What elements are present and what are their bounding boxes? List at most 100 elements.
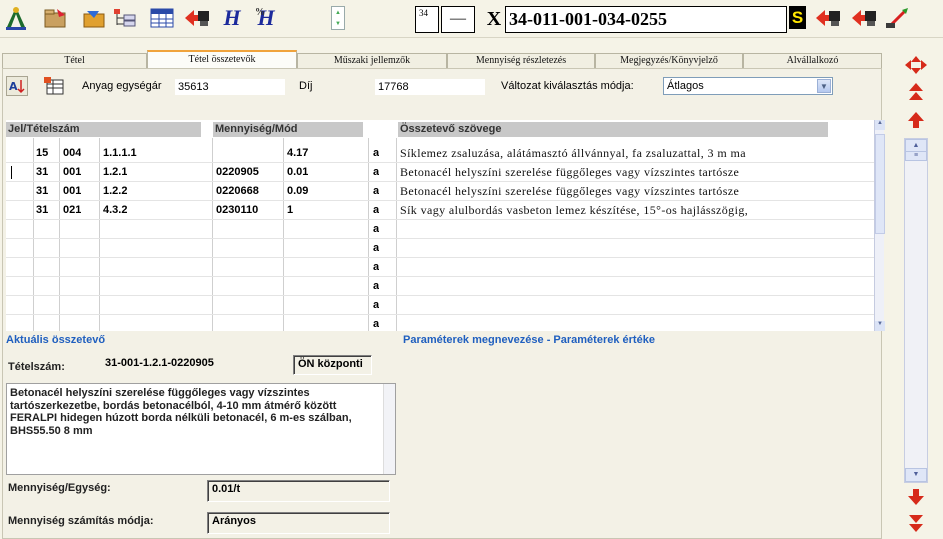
- col-header-code[interactable]: Jel/Tételszám: [6, 122, 201, 137]
- cell-c4: 0220668: [216, 185, 259, 197]
- cell-c5: 0.09: [287, 185, 309, 197]
- row-cursor: [11, 166, 12, 179]
- stepper-icon[interactable]: ▲ ▼: [331, 6, 345, 30]
- cell-c5: 4.17: [287, 147, 309, 159]
- table-edit-icon[interactable]: [43, 76, 65, 96]
- table-row[interactable]: 31 001 1.2.2 0220668 0.09 a Betonacél he…: [6, 182, 874, 201]
- cell-c6: a: [373, 299, 380, 311]
- down-icon[interactable]: [902, 486, 930, 508]
- table-row[interactable]: a: [6, 220, 874, 239]
- cell-c6: a: [373, 166, 380, 178]
- cell-c2: 001: [63, 185, 82, 197]
- cell-c5: 0.01: [287, 166, 309, 178]
- cell-c2: 004: [63, 147, 82, 159]
- back-arrow-icon[interactable]: [183, 5, 211, 31]
- col-header-quantity[interactable]: Mennyiség/Mód: [213, 122, 363, 137]
- cell-c6: a: [373, 242, 380, 254]
- current-component-title: Aktuális összetevő: [6, 334, 106, 346]
- scroll-down-icon[interactable]: ▼: [905, 468, 927, 482]
- print-icon[interactable]: [814, 5, 842, 31]
- description-scrollbar[interactable]: [383, 384, 395, 474]
- tab-tetel[interactable]: Tétel: [2, 53, 147, 68]
- sort-icon[interactable]: A: [6, 76, 28, 96]
- cell-text: Sík vagy alulbordás vasbeton lemez készí…: [400, 203, 749, 217]
- component-description[interactable]: Betonacél helyszíni szerelése függőleges…: [6, 383, 396, 475]
- h-percent-icon[interactable]: % H: [252, 5, 280, 31]
- fee-label: Díj: [299, 80, 313, 92]
- tab-strip: Tétel Tétel összetevők Műszaki jellemzők…: [2, 50, 882, 68]
- table-row[interactable]: a: [6, 315, 874, 331]
- source-value: ÖN központi: [293, 355, 372, 375]
- up-icon[interactable]: [902, 109, 930, 131]
- double-down-icon[interactable]: [902, 513, 930, 535]
- unit-price-field[interactable]: 35613: [175, 79, 285, 95]
- description-text: Betonacél helyszíni szerelése függőleges…: [10, 387, 352, 437]
- cell-c3: 4.3.2: [103, 204, 128, 216]
- table-row[interactable]: 31 001 1.2.1 0220905 0.01 a Betonacél he…: [6, 163, 874, 182]
- scroll-down-icon[interactable]: ▼: [875, 321, 885, 331]
- chevron-down-icon[interactable]: ▼: [817, 79, 831, 93]
- cell-c1: 31: [36, 185, 49, 197]
- small-value-box[interactable]: 34: [415, 6, 439, 33]
- item-no-value: 31-001-1.2.1-0220905: [105, 357, 214, 369]
- cell-c6: a: [373, 147, 380, 159]
- wand-icon[interactable]: [884, 5, 912, 31]
- fee-field[interactable]: 17768: [375, 79, 485, 95]
- scroll-up-icon[interactable]: ▲: [875, 120, 885, 130]
- record-scrollbar[interactable]: ▲ ≡ ▼: [904, 138, 928, 483]
- scroll-thumb[interactable]: ≡: [905, 151, 927, 161]
- app-logo-icon[interactable]: [2, 5, 30, 31]
- open-folder-icon[interactable]: [42, 5, 70, 31]
- unit-price-label: Anyag egységár: [82, 80, 162, 92]
- qty-unit-label: Mennyiség/Egység:: [8, 482, 111, 494]
- cell-c6: a: [373, 261, 380, 273]
- cell-text: Betonacél helyszíni szerelése függőleges…: [400, 165, 740, 179]
- expand-icon[interactable]: [902, 54, 930, 76]
- cell-c4: 0230110: [216, 204, 259, 216]
- cell-c1: 15: [36, 147, 49, 159]
- table-row[interactable]: a: [6, 258, 874, 277]
- cell-text: Betonacél helyszíni szerelése függőleges…: [400, 184, 740, 198]
- calc-mode-value: Arányos: [207, 512, 390, 534]
- cell-c6: a: [373, 185, 380, 197]
- s-badge[interactable]: S: [789, 6, 806, 29]
- tab-alvallalkozo[interactable]: Alvállalkozó: [743, 53, 882, 68]
- mode-select[interactable]: Átlagos ▼: [663, 77, 833, 95]
- cell-c4: 0220905: [216, 166, 259, 178]
- item-code-field[interactable]: 34-011-001-034-0255: [505, 6, 787, 33]
- cell-c3: 1.2.1: [103, 166, 128, 178]
- parameters-title: Paraméterek megnevezése - Paraméterek ér…: [403, 334, 655, 346]
- col-header-text[interactable]: Összetevő szövege: [398, 122, 828, 137]
- table-row[interactable]: a: [6, 296, 874, 315]
- toolbar: H % H ▲ ▼ 34 — X 34-011-001-034-0255 S: [0, 0, 943, 38]
- mode-select-value: Átlagos: [667, 80, 704, 92]
- cell-c3: 1.1.1.1: [103, 147, 137, 159]
- import-icon[interactable]: [80, 5, 108, 31]
- grid-icon[interactable]: [148, 5, 176, 31]
- table-row[interactable]: 15 004 1.1.1.1 4.17 a Síklemez zsaluzása…: [6, 144, 874, 163]
- tab-megjegyzes-konyvjelzo[interactable]: Megjegyzés/Könyvjelző: [595, 53, 743, 68]
- table-row[interactable]: a: [6, 277, 874, 296]
- tab-tetel-osszetevok[interactable]: Tétel összetevők: [147, 50, 297, 68]
- calc-mode-label: Mennyiség számítás módja:: [8, 515, 154, 527]
- grid-scrollbar[interactable]: ▲ ▼: [874, 120, 885, 331]
- h-icon[interactable]: H: [218, 5, 246, 31]
- cell-c1: 31: [36, 204, 49, 216]
- double-up-icon[interactable]: [902, 81, 930, 103]
- cell-c2: 001: [63, 166, 82, 178]
- cell-c6: a: [373, 223, 380, 235]
- cell-c5: 1: [287, 204, 294, 216]
- chevron-down-icon[interactable]: ▼: [335, 21, 341, 27]
- chevron-up-icon[interactable]: ▲: [335, 10, 341, 16]
- tab-mennyiseg-reszletezes[interactable]: Mennyiség részletezés: [447, 53, 595, 68]
- dash-value-box[interactable]: —: [441, 6, 475, 33]
- cell-c2: 021: [63, 204, 82, 216]
- item-no-label: Tételszám:: [8, 361, 65, 373]
- scroll-thumb[interactable]: [875, 134, 885, 234]
- tab-muszaki-jellemzok[interactable]: Műszaki jellemzők: [297, 53, 447, 68]
- table-row[interactable]: 31 021 4.3.2 0230110 1 a Sík vagy alulbo…: [6, 201, 874, 220]
- mode-label: Változat kiválasztás módja:: [501, 80, 634, 92]
- table-row[interactable]: a: [6, 239, 874, 258]
- print-arrow-icon[interactable]: [850, 5, 878, 31]
- tree-view-icon[interactable]: [111, 5, 139, 31]
